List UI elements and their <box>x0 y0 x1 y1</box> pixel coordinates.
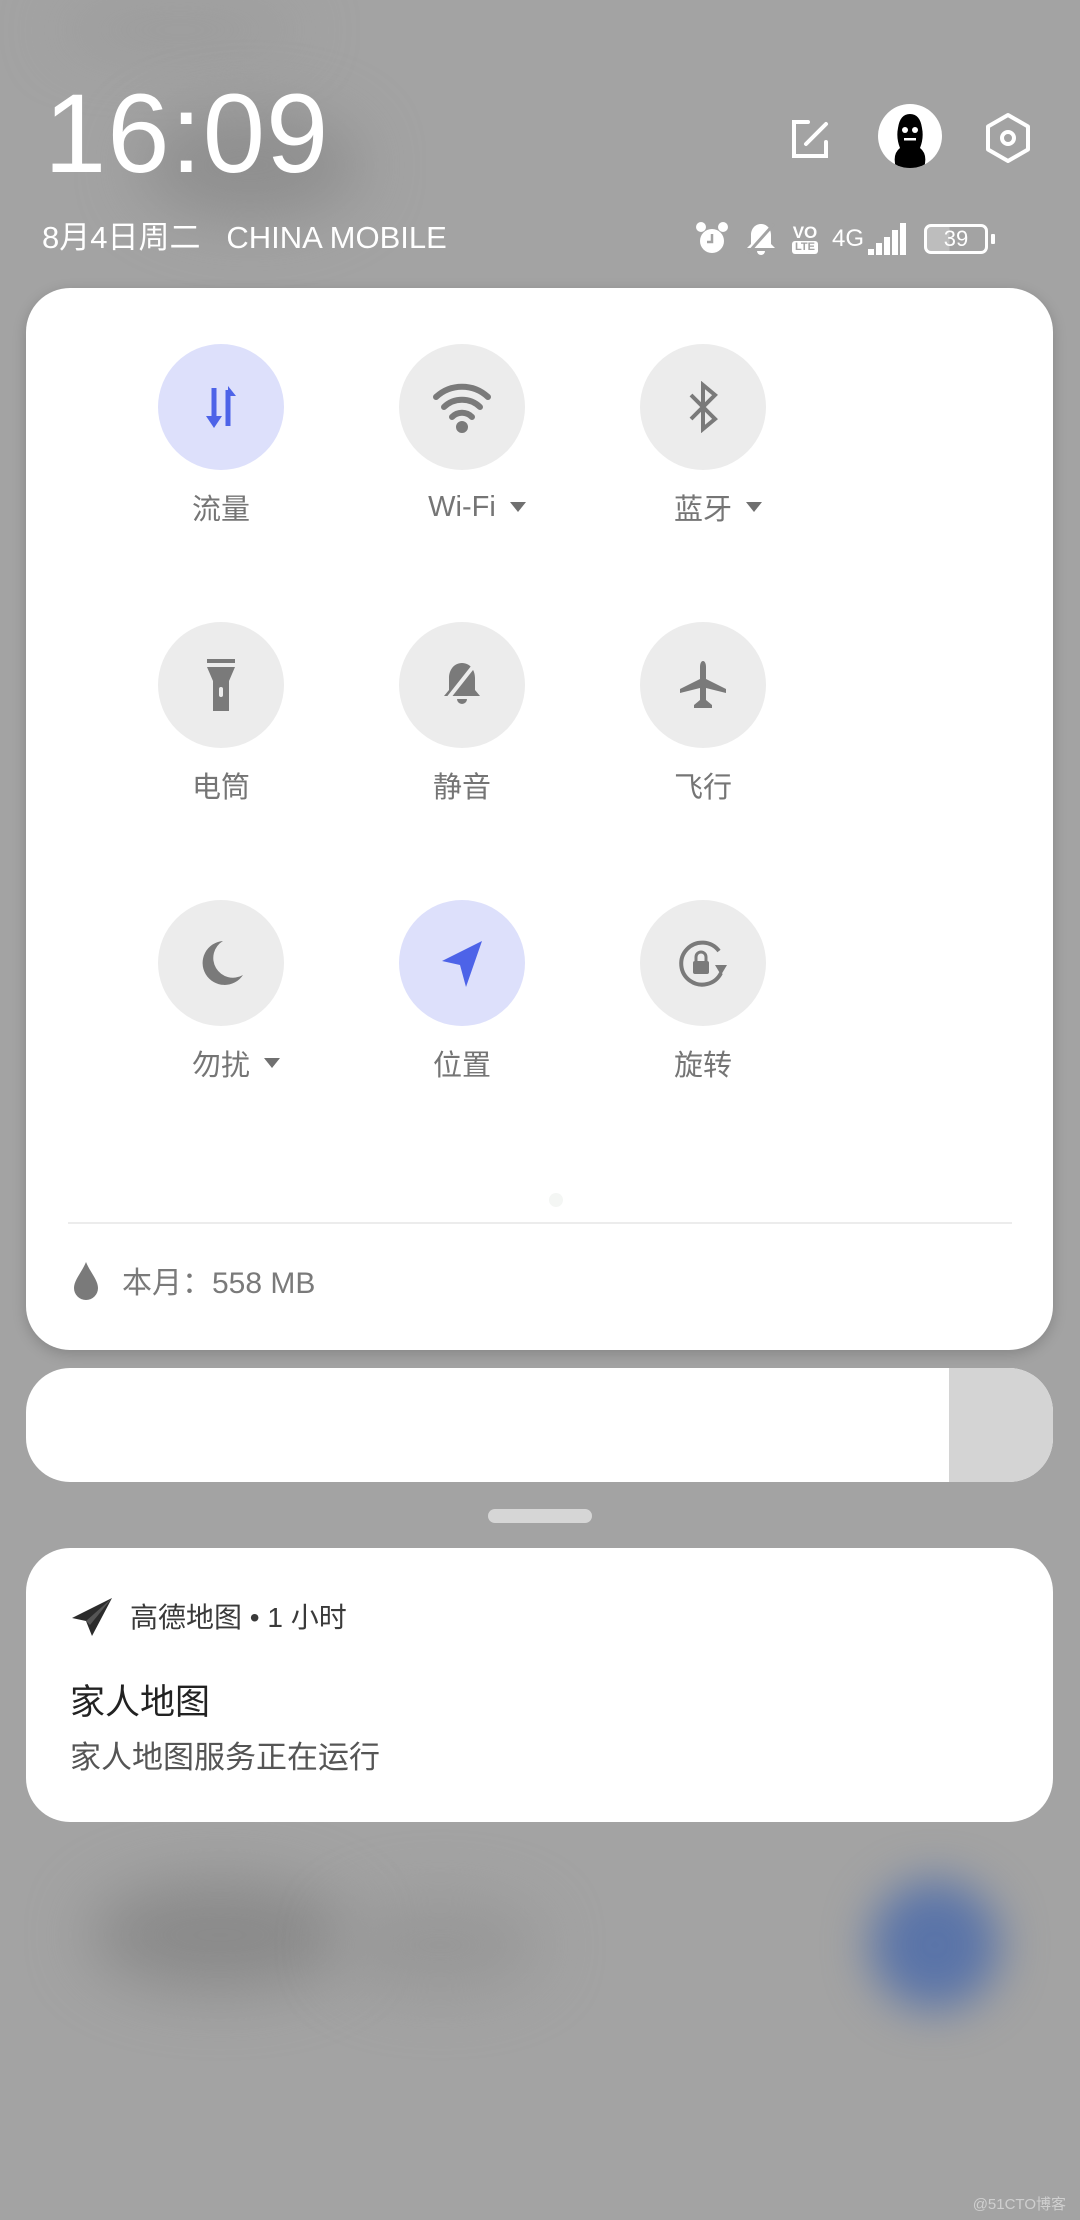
airplane-icon <box>677 659 729 711</box>
tile-toggle-button[interactable] <box>158 900 284 1026</box>
tile-label: 流量 <box>191 494 250 526</box>
dropdown-caret-icon[interactable] <box>264 1058 280 1068</box>
tile-label-row: 位置 <box>433 1046 491 1082</box>
media-card-action[interactable] <box>949 1368 1053 1482</box>
tile-toggle-button[interactable] <box>640 900 766 1026</box>
tile-wifi[interactable]: Wi-Fi <box>337 344 587 524</box>
background-blur <box>90 1880 350 1990</box>
tile-toggle-button[interactable] <box>158 622 284 748</box>
page-indicator <box>549 1193 563 1207</box>
dropdown-caret-icon[interactable] <box>509 502 526 512</box>
alarm-icon <box>696 222 728 253</box>
volte-icon: VO LTE <box>792 223 818 254</box>
clock[interactable]: 16:09 <box>44 78 329 190</box>
notification-header: 高德地图 • 1 小时 <box>70 1594 347 1638</box>
data-usage-label: 本月：558 MB <box>122 1267 316 1300</box>
settings-button[interactable] <box>978 108 1038 168</box>
tile-toggle-button[interactable] <box>399 900 525 1026</box>
notification-app-line: 高德地图 • 1 小时 <box>130 1602 347 1633</box>
tile-toggle-button[interactable] <box>158 344 284 470</box>
dropdown-caret-icon[interactable] <box>746 502 762 512</box>
mute-icon <box>440 659 484 711</box>
location-icon <box>438 937 486 989</box>
tile-label: 位置 <box>432 1050 491 1082</box>
tile-label: 旋转 <box>673 1050 732 1082</box>
avatar-button[interactable] <box>878 104 942 168</box>
tile-toggle-button[interactable] <box>399 344 525 470</box>
watermark: @51CTO博客 <box>972 2196 1066 2213</box>
tile-toggle-button[interactable] <box>640 344 766 470</box>
notification-card[interactable]: 高德地图 • 1 小时 家人地图 家人地图服务正在运行 <box>26 1548 1053 1822</box>
wifi-icon <box>430 379 494 435</box>
flashlight-icon <box>203 657 239 713</box>
drag-handle[interactable] <box>488 1509 592 1523</box>
tile-mute[interactable]: 静音 <box>337 622 587 804</box>
battery-icon: 39 <box>923 224 995 254</box>
background-blur <box>340 1900 540 1990</box>
signal-icon <box>867 223 906 255</box>
tile-label: 勿扰 <box>191 1050 250 1082</box>
tile-label: 飞行 <box>673 772 732 804</box>
tile-moon[interactable]: 勿扰 <box>96 900 346 1082</box>
tile-label-row: 勿扰 <box>192 1046 280 1082</box>
avatar-icon <box>894 114 926 168</box>
bluetooth-icon <box>685 381 721 433</box>
amap-icon <box>72 1598 112 1636</box>
tile-rotation-lock[interactable]: 旋转 <box>578 900 828 1082</box>
tile-label-row: 流量 <box>192 490 250 526</box>
tile-label-row: Wi-Fi <box>428 490 526 524</box>
background-blur <box>60 10 300 50</box>
tile-toggle-button[interactable] <box>399 622 525 748</box>
edit-button[interactable] <box>780 110 840 170</box>
tile-label: 蓝牙 <box>673 494 732 526</box>
tile-toggle-button[interactable] <box>640 622 766 748</box>
edit-icon <box>792 120 828 158</box>
date-carrier: 8月4日周二 CHINA MOBILE <box>42 222 447 253</box>
battery-level: 39 <box>943 226 969 251</box>
tile-label-row: 静音 <box>433 768 491 804</box>
network-type: 4G <box>831 225 864 252</box>
tile-bluetooth[interactable]: 蓝牙 <box>578 344 828 526</box>
tile-label-row: 蓝牙 <box>674 490 762 526</box>
tile-label: 电筒 <box>191 772 250 804</box>
mute-icon <box>746 222 776 255</box>
tile-flashlight[interactable]: 电筒 <box>96 622 346 804</box>
tile-label: 静音 <box>432 772 491 804</box>
tile-data-transfer[interactable]: 流量 <box>96 344 346 526</box>
media-card[interactable] <box>26 1368 1053 1482</box>
data-usage[interactable]: 本月：558 MB <box>70 1258 315 1302</box>
carrier: CHINA MOBILE <box>226 220 447 255</box>
divider <box>68 1222 1012 1224</box>
data-drop-icon <box>74 1262 98 1300</box>
gear-icon <box>986 113 1030 163</box>
tile-airplane[interactable]: 飞行 <box>578 622 828 804</box>
tile-label-row: 电筒 <box>192 768 250 804</box>
rotation-lock-icon <box>675 937 731 989</box>
tile-label-row: 飞行 <box>674 768 732 804</box>
data-transfer-icon <box>199 382 243 432</box>
notification-title: 家人地图 <box>70 1683 211 1722</box>
notification-body: 家人地图服务正在运行 <box>70 1740 380 1775</box>
tile-label: Wi-Fi <box>428 490 496 523</box>
tile-location[interactable]: 位置 <box>337 900 587 1082</box>
status-bar: VO LTE 4G 39 <box>694 214 995 264</box>
quick-settings-panel: 流量 Wi-Fi 蓝牙电筒 静音 飞行勿扰 位置 旋转 本月：558 MB <box>26 288 1053 1350</box>
moon-icon <box>197 937 245 989</box>
background-blur-app-icon <box>870 1880 1000 2010</box>
tile-label-row: 旋转 <box>674 1046 732 1082</box>
date[interactable]: 8月4日周二 <box>42 220 200 255</box>
